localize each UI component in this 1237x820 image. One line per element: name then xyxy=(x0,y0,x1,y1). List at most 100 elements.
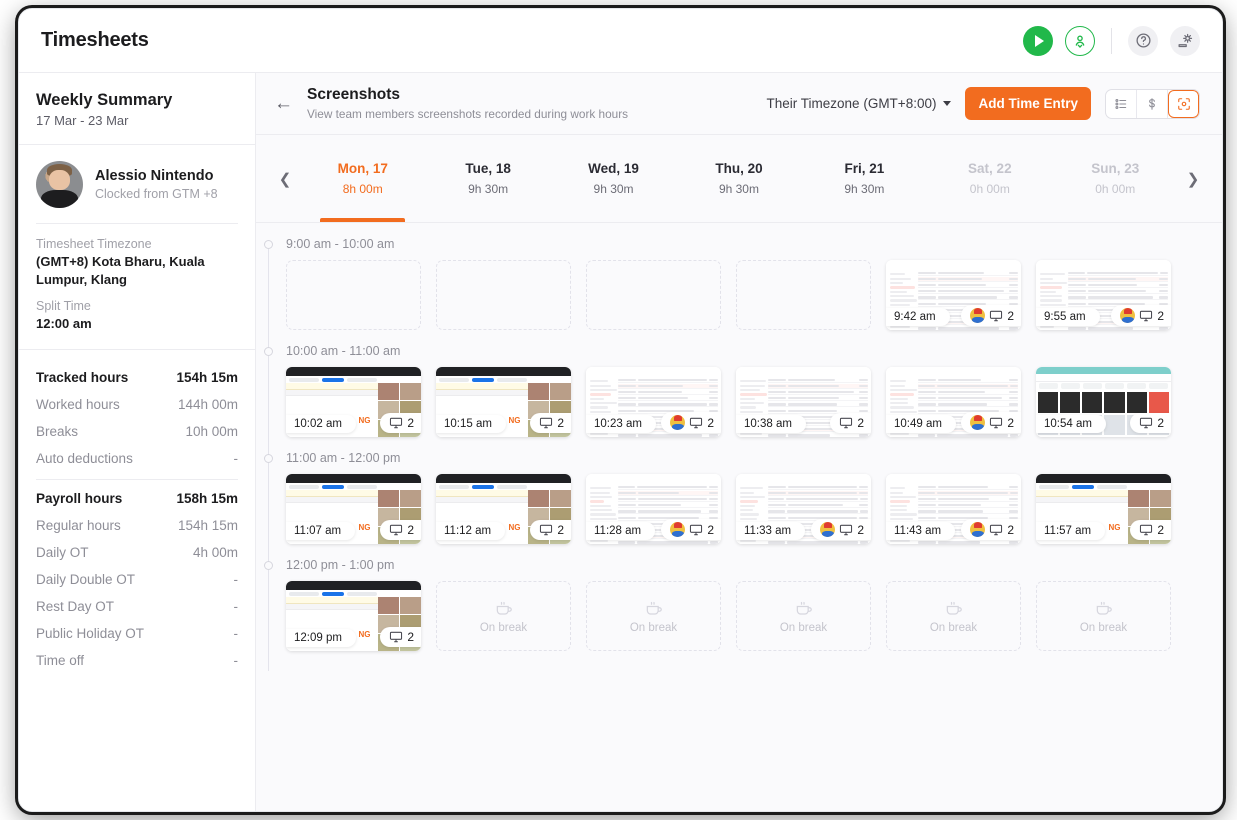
screenshot-row: NG11:07 am2NG11:12 am211:28 am211:33 am2… xyxy=(286,474,1222,558)
day-tab[interactable]: Wed, 199h 30m xyxy=(551,135,676,222)
stat-row: Rest Day OT- xyxy=(36,593,238,620)
coffee-cup-icon xyxy=(1094,599,1114,619)
person-check-icon[interactable] xyxy=(1065,26,1095,56)
timezone-selector-label: Their Timezone (GMT+8:00) xyxy=(767,96,937,111)
screen-count: 2 xyxy=(1157,523,1164,537)
hour-marker-icon xyxy=(264,240,273,249)
screenshot-meta: 2 xyxy=(1111,305,1171,326)
stat-value: 158h 15m xyxy=(176,491,238,506)
screenshot-image[interactable]: 10:54 am2 xyxy=(1036,367,1171,437)
day-tab[interactable]: Thu, 209h 30m xyxy=(676,135,801,222)
view-mode-toggle xyxy=(1105,89,1200,119)
screen-count: 2 xyxy=(557,523,564,537)
split-time-label: Split Time xyxy=(36,299,238,313)
screenshot-image[interactable]: 10:49 am2 xyxy=(886,367,1021,437)
stat-row: Tracked hours154h 15m xyxy=(36,364,238,391)
screenshot-image[interactable]: 9:42 am2 xyxy=(886,260,1021,330)
stat-value: 144h 00m xyxy=(178,397,238,412)
currency-view-icon[interactable] xyxy=(1137,90,1168,118)
play-icon[interactable] xyxy=(1023,26,1053,56)
screenshot-thumbnail[interactable]: NG12:09 pm2 xyxy=(286,581,421,651)
avatar xyxy=(36,161,83,208)
screenshot-thumbnail[interactable]: 10:38 am2 xyxy=(736,367,871,437)
screenshot-image[interactable]: 11:43 am2 xyxy=(886,474,1021,544)
day-tab-label: Sun, 23 xyxy=(1091,161,1139,176)
screenshot-image[interactable]: NG11:12 am2 xyxy=(436,474,571,544)
day-tab[interactable]: Tue, 189h 30m xyxy=(425,135,550,222)
screenshot-view-icon[interactable] xyxy=(1168,90,1199,118)
screenshot-thumbnail[interactable]: 9:42 am2 xyxy=(886,260,1021,330)
day-tab-hours: 9h 30m xyxy=(844,182,884,196)
screenshot-thumbnail[interactable]: 11:28 am2 xyxy=(586,474,721,544)
settings-gear-icon[interactable] xyxy=(1170,26,1200,56)
list-view-icon[interactable] xyxy=(1106,90,1137,118)
screenshot-time: 10:23 am xyxy=(586,415,656,433)
screenshot-user-avatar xyxy=(970,415,985,430)
stat-label: Auto deductions xyxy=(36,451,133,466)
screenshot-image[interactable]: NG11:57 am2 xyxy=(1036,474,1171,544)
stat-label: Time off xyxy=(36,653,84,668)
screenshot-time: 12:09 pm xyxy=(286,629,356,647)
screenshot-thumbnail[interactable]: NG10:02 am2 xyxy=(286,367,421,437)
day-tab[interactable]: Fri, 21 9h 30m xyxy=(802,135,927,222)
stat-row: Payroll hours158h 15m xyxy=(36,485,238,512)
app-title: Timesheets xyxy=(41,29,149,52)
screenshot-thumbnail[interactable]: 11:43 am2 xyxy=(886,474,1021,544)
day-tab[interactable]: Sat, 220h 00m xyxy=(927,135,1052,222)
day-tab[interactable]: Sun, 230h 00m xyxy=(1053,135,1178,222)
monitor-icon xyxy=(689,416,703,430)
screenshot-image[interactable]: 10:38 am2 xyxy=(736,367,871,437)
screenshot-thumbnail[interactable]: 11:33 am2 xyxy=(736,474,871,544)
screenshot-meta: 2 xyxy=(811,519,871,540)
screen-count: 2 xyxy=(707,523,714,537)
screen-count: 2 xyxy=(857,416,864,430)
screenshot-image[interactable]: 10:23 am2 xyxy=(586,367,721,437)
screenshot-thumbnail[interactable]: NG11:07 am2 xyxy=(286,474,421,544)
screenshot-thumbnail[interactable]: 9:55 am 2 xyxy=(1036,260,1171,330)
day-tab-label: Fri, 21 xyxy=(845,161,885,176)
chevron-left-icon[interactable]: ❮ xyxy=(270,170,300,188)
screenshot-image[interactable]: 11:33 am2 xyxy=(736,474,871,544)
screen-count: 2 xyxy=(1007,416,1014,430)
stats-panel: Tracked hours154h 15mWorked hours144h 00… xyxy=(19,349,255,674)
screenshot-image[interactable]: 11:28 am2 xyxy=(586,474,721,544)
screenshot-time: 11:07 am xyxy=(286,522,355,540)
screenshot-thumbnail[interactable]: NG11:57 am2 xyxy=(1036,474,1171,544)
screenshot-time: 9:42 am xyxy=(886,308,950,326)
screenshot-thumbnail[interactable]: NG11:12 am2 xyxy=(436,474,571,544)
screenshot-meta: 2 xyxy=(661,519,721,540)
screenshot-thumbnail[interactable]: 10:49 am2 xyxy=(886,367,1021,437)
screenshot-time: 10:15 am xyxy=(436,415,506,433)
back-arrow-icon[interactable]: ← xyxy=(274,94,293,113)
screenshot-thumbnail[interactable]: NG10:15 am2 xyxy=(436,367,571,437)
weekly-summary-sidebar: Weekly Summary 17 Mar - 23 Mar Alessio N… xyxy=(19,73,256,811)
help-circle-icon[interactable] xyxy=(1128,26,1158,56)
on-break-slot: On break xyxy=(886,581,1021,651)
timezone-selector[interactable]: Their Timezone (GMT+8:00) xyxy=(767,96,952,111)
screenshot-image[interactable]: NG11:07 am2 xyxy=(286,474,421,544)
screenshot-row: NG12:09 pm2On breakOn breakOn breakOn br… xyxy=(286,581,1222,665)
add-time-entry-button[interactable]: Add Time Entry xyxy=(965,87,1091,120)
main-panel: ← Screenshots View team members screensh… xyxy=(256,73,1222,811)
on-break-slot: On break xyxy=(1036,581,1171,651)
screenshot-image[interactable]: NG10:02 am2 xyxy=(286,367,421,437)
on-break-slot: On break xyxy=(736,581,871,651)
chevron-right-icon[interactable]: ❯ xyxy=(1178,170,1208,188)
stat-label: Regular hours xyxy=(36,518,121,533)
monitor-icon xyxy=(1139,309,1153,323)
screenshot-image[interactable]: NG10:15 am2 xyxy=(436,367,571,437)
day-tab[interactable]: Mon, 178h 00m xyxy=(300,135,425,222)
screenshot-thumbnail[interactable]: 10:23 am2 xyxy=(586,367,721,437)
screenshot-thumbnail[interactable]: 10:54 am2 xyxy=(1036,367,1171,437)
stat-value: - xyxy=(234,653,239,668)
stat-row: Auto deductions- xyxy=(36,445,238,472)
screenshot-image[interactable]: 9:55 am 2 xyxy=(1036,260,1171,330)
timesheet-timezone-value: (GMT+8) Kota Bharu, Kuala Lumpur, Klang xyxy=(36,253,238,288)
screen-count: 2 xyxy=(1157,309,1164,323)
stat-label: Public Holiday OT xyxy=(36,626,144,641)
empty-slot xyxy=(736,260,871,330)
screenshot-image[interactable]: NG12:09 pm2 xyxy=(286,581,421,651)
hour-label: 10:00 am - 11:00 am xyxy=(286,344,1222,358)
day-tab-hours: 0h 00m xyxy=(970,182,1010,196)
screenshot-time: 9:55 am xyxy=(1036,308,1100,326)
